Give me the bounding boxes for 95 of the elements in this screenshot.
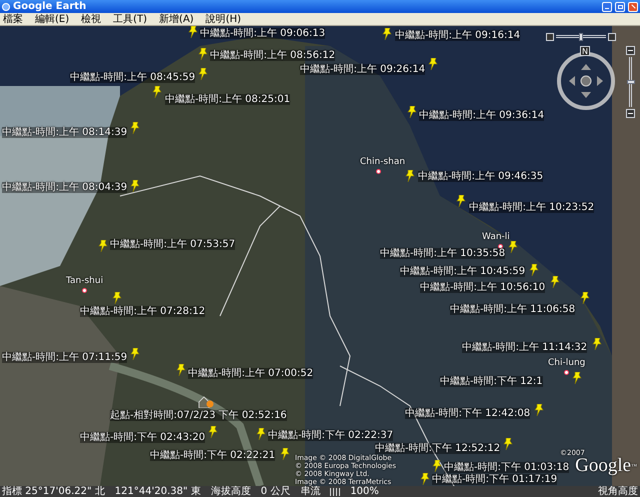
placemark-label: 中繼點-時間:上午 08:45:59 [70,72,196,83]
placemark-label: 中繼點-時間:下午 12:52:12 [375,443,500,454]
pushpin-icon[interactable] [130,122,140,134]
pushpin-icon[interactable] [198,48,208,60]
pushpin-icon[interactable] [503,438,513,450]
placemark-label: 中繼點-時間:下午 02:22:37 [268,430,394,441]
placemark-label: 中繼點-時間:上午 08:04:39 [2,182,128,193]
pushpin-icon[interactable] [432,460,442,472]
placemark-label: 中繼點-時間:上午 09:16:14 [395,30,520,41]
placemark-label: 中繼點-時間:上午 07:28:12 [80,306,206,317]
place-label: Chin-shan [360,157,406,168]
placemark-label: 中繼點-時間:下午 01:03:18 [444,462,570,473]
window-title: Google Earth [13,1,88,12]
menu-item[interactable]: 工具(T) [113,14,148,24]
placemark-label: 中繼點-時間:上午 11:14:32 [462,342,588,353]
place-marker-icon [498,244,503,249]
placemark-label: 中繼點-時間:下午 12:1 [440,376,543,387]
pushpin-icon[interactable] [382,28,392,40]
pushpin-icon[interactable] [534,404,544,416]
pushpin-icon[interactable] [208,426,218,438]
placemark-label: 中繼點-時間:上午 08:56:12 [210,50,336,61]
placemark-label: 中繼點-時間:下午 12:42:08 [405,408,530,419]
pushpin-icon[interactable] [130,180,140,192]
pushpin-icon[interactable] [280,448,290,460]
placemark-label: 中繼點-時間:上午 09:26:14 [300,64,426,75]
zoom-slider[interactable] [625,46,636,118]
placemark-label: 中繼點-時間:下午 02:43:20 [80,432,206,443]
tilt-up-icon [608,32,616,40]
pushpin-icon[interactable] [188,26,198,38]
pushpin-icon[interactable] [256,428,266,440]
place-label: Tan-shui [66,276,104,287]
google-logo: Google$^{™}$ [575,456,637,476]
place-marker-icon [564,370,569,375]
compass-ring-icon[interactable] [555,50,617,112]
place-marker-icon [82,288,87,293]
minimize-icon[interactable] [602,2,612,12]
satellite-map[interactable] [0,26,640,486]
pushpin-icon[interactable] [407,106,417,118]
placemark-label: 中繼點-時間:上午 09:06:13 [200,28,326,39]
menu-item[interactable]: 檔案 [3,14,23,24]
pushpin-icon[interactable] [420,473,430,485]
placemark-label: 中繼點-時間:下午 02:22:21 [150,450,276,461]
menu-item[interactable]: 新增(A) [159,14,194,24]
placemark-label: 中繼點-時間:上午 07:53:57 [110,239,236,250]
elevation-value: 0 公尺 [260,486,290,497]
placemark-label: 中繼點-時間:上午 09:46:35 [418,171,544,182]
pushpin-icon[interactable] [580,292,590,304]
pushpin-icon[interactable] [130,348,140,360]
placemark-label: 中繼點-時間:上午 08:25:01 [165,94,290,105]
house-icon[interactable] [198,396,214,408]
pushpin-icon[interactable] [508,241,518,253]
pushpin-icon[interactable] [152,86,162,98]
pushpin-icon[interactable] [176,364,186,376]
pushpin-icon[interactable] [550,276,560,288]
pushpin-icon[interactable] [428,58,438,70]
tilt-slider[interactable] [546,32,616,41]
elevation-label: 海拔高度 [210,486,251,497]
pushpin-icon[interactable] [529,264,539,276]
zoom-out-icon [626,109,635,118]
pushpin-icon[interactable] [572,372,582,384]
pointer-coordinates: 指標 25°17'06.22" 北 [2,486,105,497]
eye-altitude-label: 視角高度 [598,486,638,497]
pushpin-icon[interactable] [405,170,415,182]
pushpin-icon[interactable] [456,195,466,207]
restore-icon[interactable] [615,2,625,12]
pushpin-icon[interactable] [198,68,208,80]
place-marker-icon [376,169,381,174]
compass-north-label[interactable]: N [580,46,590,56]
placemark-label: 中繼點-時間:上午 10:56:10 [420,282,546,293]
placemark-label: 中繼點-時間:下午 01:17:19 [432,474,558,485]
longitude: 121°44'20.38" 東 [114,486,201,497]
menu-item[interactable]: 檢視 [81,14,102,24]
placemark-label: 中繼點-時間:上午 10:35:58 [380,248,506,259]
place-label: Wan-li [482,232,510,243]
placemark-label: 中繼點-時間:上午 07:00:52 [188,368,314,379]
tilt-down-icon [546,32,554,40]
placemark-label: 中繼點-時間:上午 11:06:58 [450,304,576,315]
slider-thumb[interactable] [627,80,635,84]
streaming-label: 串流 [300,486,320,497]
place-label: Chi-lung [548,358,586,369]
pushpin-icon[interactable] [112,292,122,304]
pushpin-icon[interactable] [98,240,108,252]
close-icon[interactable] [628,2,638,12]
zoom-in-icon [626,46,635,55]
placemark-label: 中繼點-時間:上午 07:11:59 [2,352,128,363]
placemark-label: 中繼點-時間:上午 10:23:52 [469,202,594,213]
streaming-bars-icon [330,488,340,496]
pushpin-icon[interactable] [592,338,602,350]
placemark-label: 中繼點-時間:上午 09:36:14 [419,110,544,121]
menu-item[interactable]: 編輯(E) [35,14,70,24]
placemark-label: 中繼點-時間:上午 08:14:39 [2,127,128,138]
slider-thumb[interactable] [579,33,583,41]
streaming-percent: 100% [350,486,379,497]
menu-item[interactable]: 說明(H) [206,14,242,24]
placemark-label: 中繼點-時間:上午 10:45:59 [400,266,526,277]
